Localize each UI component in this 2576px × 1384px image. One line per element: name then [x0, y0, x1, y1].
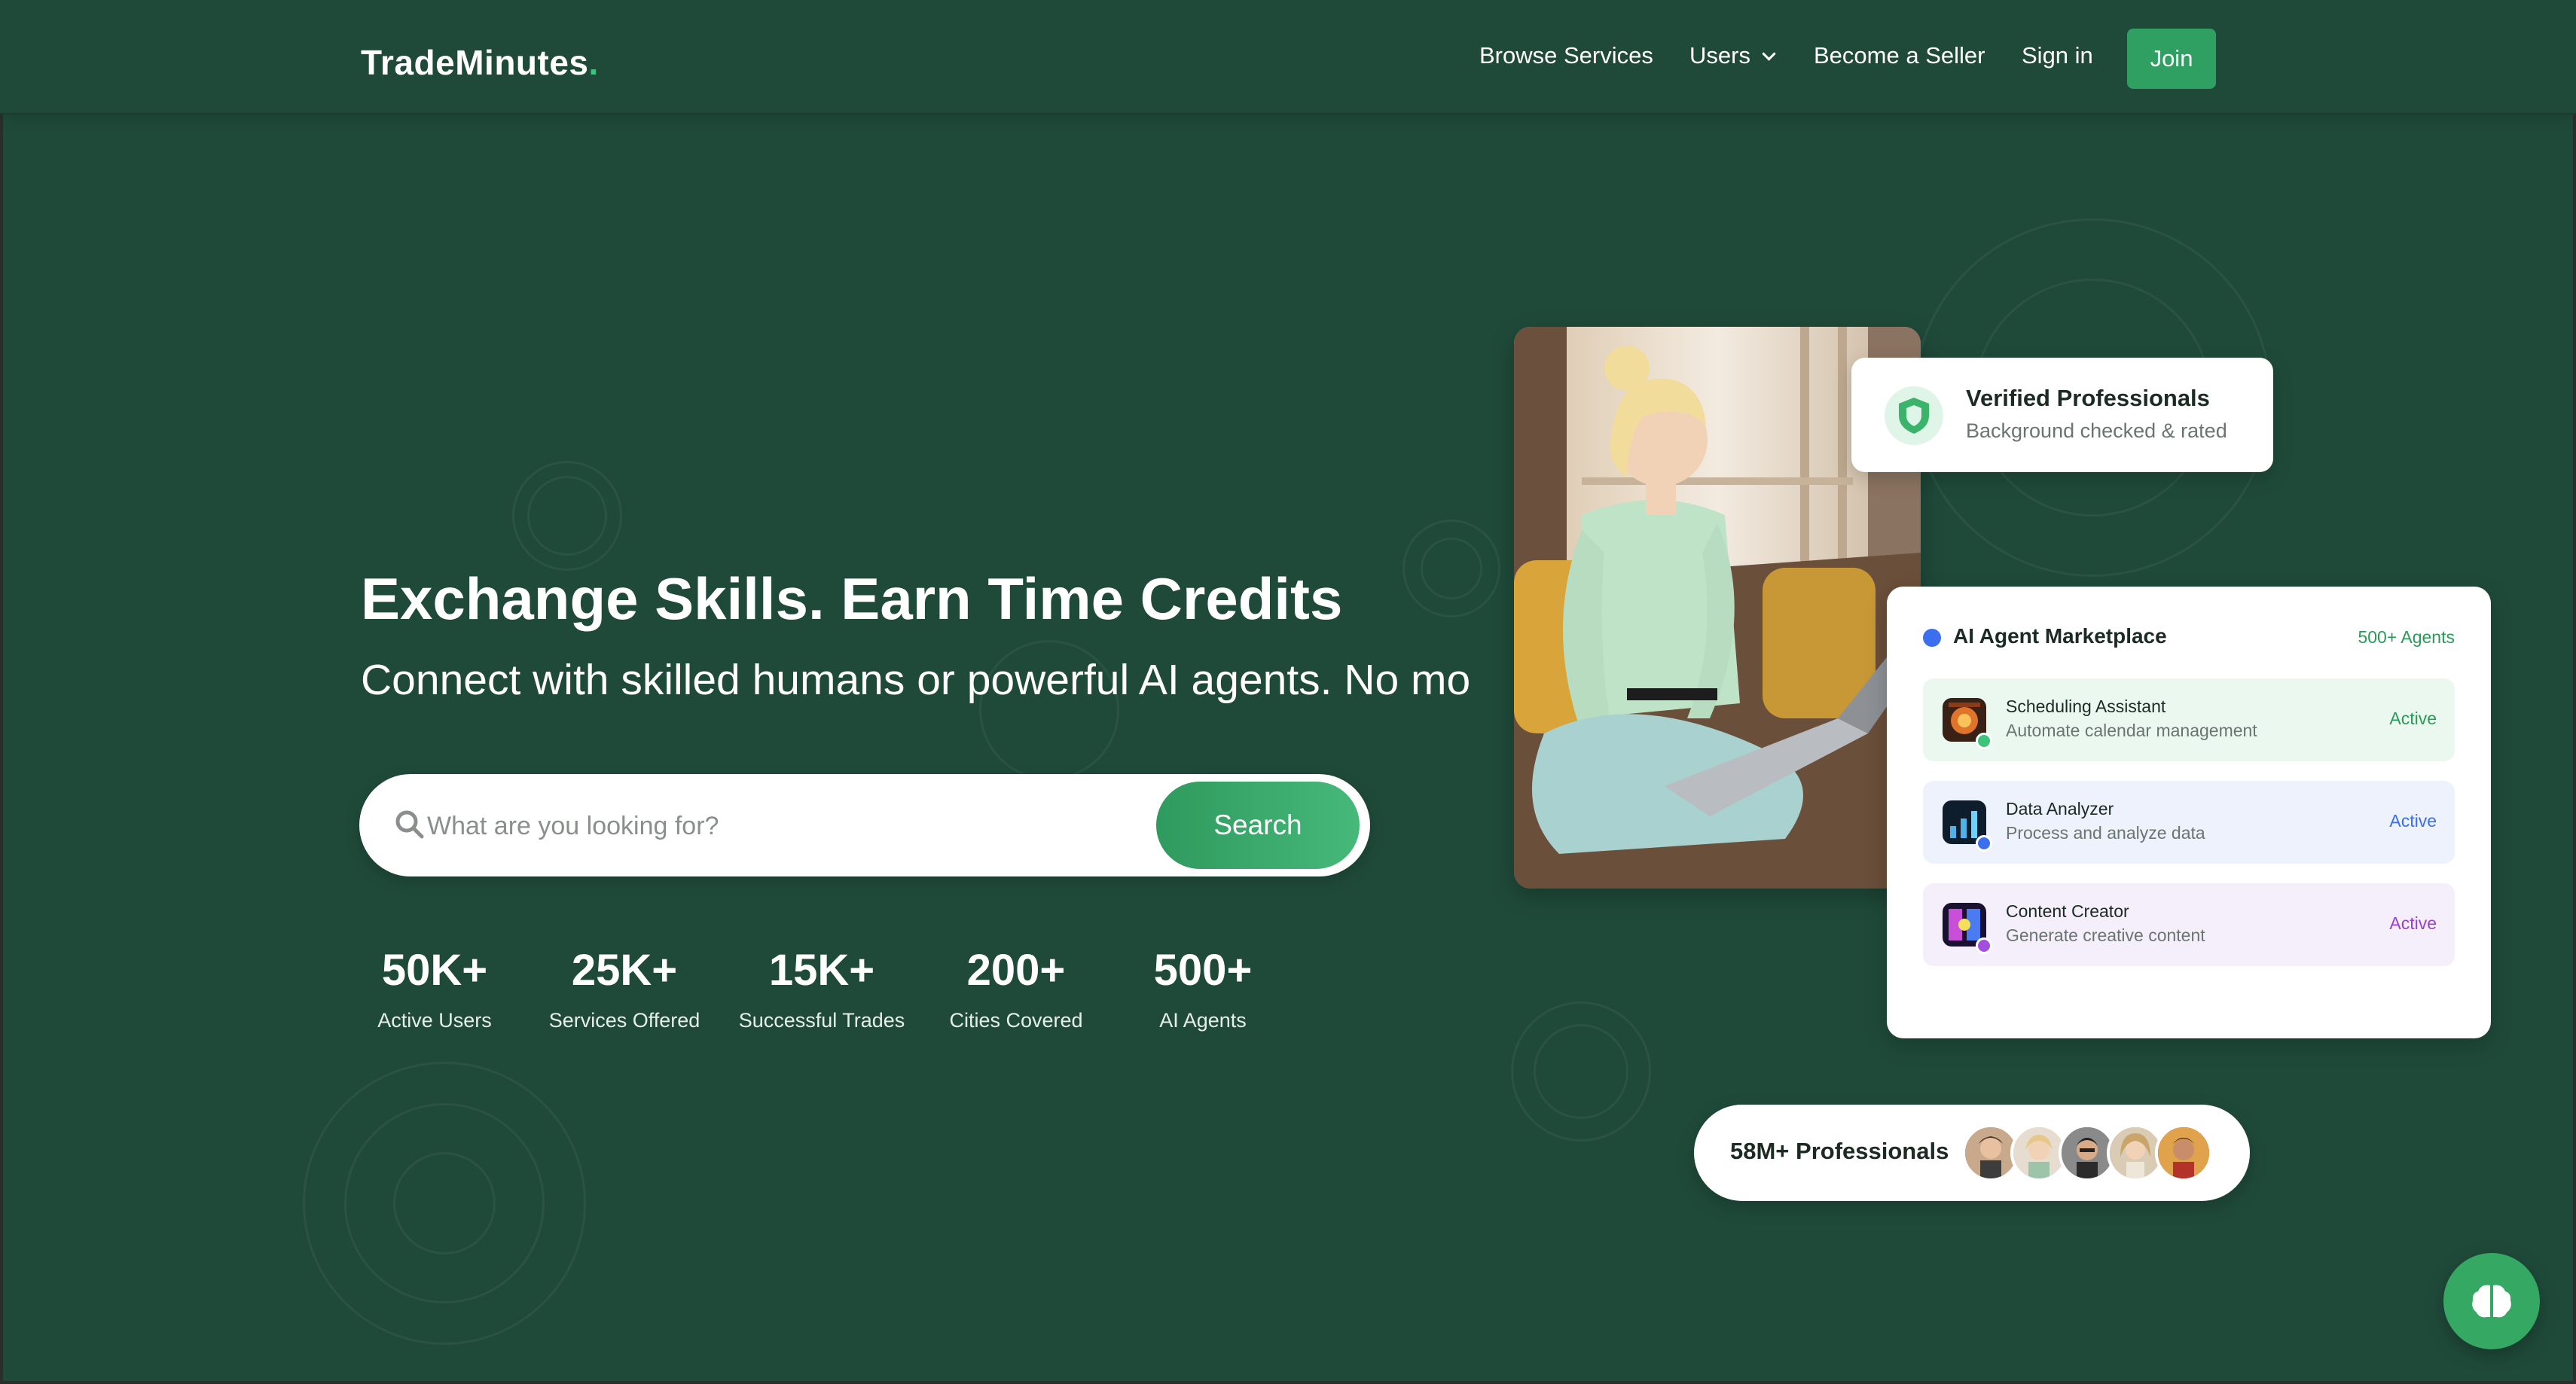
brand-logo[interactable]: TradeMinutes.	[361, 42, 599, 83]
search-input[interactable]	[426, 800, 1182, 852]
verified-professionals-card: Verified Professionals Background checke…	[1851, 358, 2273, 472]
decor-ring	[527, 476, 607, 556]
verified-icon-wrap	[1885, 386, 1943, 445]
professionals-count: 58M+ Professionals	[1730, 1138, 1949, 1164]
stat-value: 50K+	[381, 946, 488, 995]
nav-become-seller[interactable]: Become a Seller	[1814, 42, 1985, 69]
stat-label: Cities Covered	[949, 1009, 1083, 1032]
stat-cities-covered: 200+ Cities Covered	[949, 949, 1082, 1032]
stat-value: 200+	[966, 946, 1066, 995]
agent-online-dot	[1976, 733, 1992, 749]
shield-icon	[1899, 398, 1929, 434]
chevron-down-icon	[1762, 47, 1776, 61]
nav-sign-in[interactable]: Sign in	[2022, 42, 2093, 69]
stat-label: Successful Trades	[738, 1009, 905, 1032]
brain-icon	[2472, 1285, 2511, 1318]
agent-status: Active	[2389, 913, 2437, 933]
ai-agent-marketplace-card: AI Agent Marketplace 500+ Agents Schedul…	[1887, 587, 2491, 1038]
hero-title: Exchange Skills. Earn Time Credits	[361, 565, 1343, 632]
stat-label: Active Users	[377, 1009, 492, 1032]
avatar	[2155, 1124, 2212, 1181]
search-icon	[395, 810, 424, 839]
stat-value: 25K+	[571, 946, 678, 995]
verified-subtitle: Background checked & rated	[1966, 419, 2227, 442]
decor-ring	[1534, 1024, 1628, 1119]
agent-name: Data Analyzer	[2006, 799, 2114, 819]
stat-value: 15K+	[768, 946, 875, 995]
agent-description: Generate creative content	[2006, 925, 2205, 945]
search-button[interactable]: Search	[1156, 782, 1360, 869]
agent-description: Automate calendar management	[2006, 721, 2257, 740]
hero-subtitle-container: Connect with skilled humans or powerful …	[361, 655, 1530, 715]
logo-text: TradeMinutes	[361, 43, 589, 82]
top-navbar: TradeMinutes. Browse Services Users Beco…	[0, 0, 2576, 114]
agent-status: Active	[2389, 811, 2437, 831]
stat-ai-agents: 500+ AI Agents	[1154, 949, 1253, 1032]
nav-browse-services[interactable]: Browse Services	[1479, 42, 1653, 69]
agent-row-content-creator[interactable]: Content Creator Generate creative conten…	[1923, 883, 2455, 966]
decor-ring	[1421, 538, 1482, 599]
nav-users-label: Users	[1689, 42, 1750, 69]
stat-value: 500+	[1153, 946, 1253, 995]
ai-assistant-button[interactable]	[2443, 1253, 2540, 1349]
stat-label: AI Agents	[1159, 1009, 1247, 1032]
agent-online-dot	[1976, 937, 1992, 954]
agent-row-scheduling[interactable]: Scheduling Assistant Automate calendar m…	[1923, 678, 2455, 761]
marketplace-indicator-dot	[1923, 629, 1941, 647]
agent-row-data-analyzer[interactable]: Data Analyzer Process and analyze data A…	[1923, 781, 2455, 864]
logo-dot: .	[588, 43, 599, 82]
join-button[interactable]: Join	[2127, 29, 2216, 89]
nav-users-dropdown[interactable]: Users	[1689, 42, 1776, 69]
stat-label: Services Offered	[548, 1009, 700, 1032]
agent-description: Process and analyze data	[2006, 823, 2205, 843]
hero-subtitle: Connect with skilled humans or powerful …	[361, 656, 1471, 704]
professionals-pill: 58M+ Professionals	[1694, 1105, 2250, 1201]
stat-active-users: 50K+ Active Users	[377, 949, 492, 1032]
marketplace-agent-count: 500+ Agents	[2358, 627, 2455, 647]
stat-services-offered: 25K+ Services Offered	[549, 949, 700, 1032]
page-frame: TradeMinutes. Browse Services Users Beco…	[0, 0, 2576, 1384]
agent-status: Active	[2389, 709, 2437, 728]
search-bar: Search	[359, 774, 1370, 876]
marketplace-title: AI Agent Marketplace	[1953, 624, 2167, 648]
stat-successful-trades: 15K+ Successful Trades	[739, 949, 905, 1032]
decor-ring	[393, 1152, 496, 1254]
agent-online-dot	[1976, 835, 1992, 852]
agent-name: Content Creator	[2006, 901, 2129, 921]
verified-title: Verified Professionals	[1966, 385, 2210, 411]
agent-name: Scheduling Assistant	[2006, 697, 2166, 716]
